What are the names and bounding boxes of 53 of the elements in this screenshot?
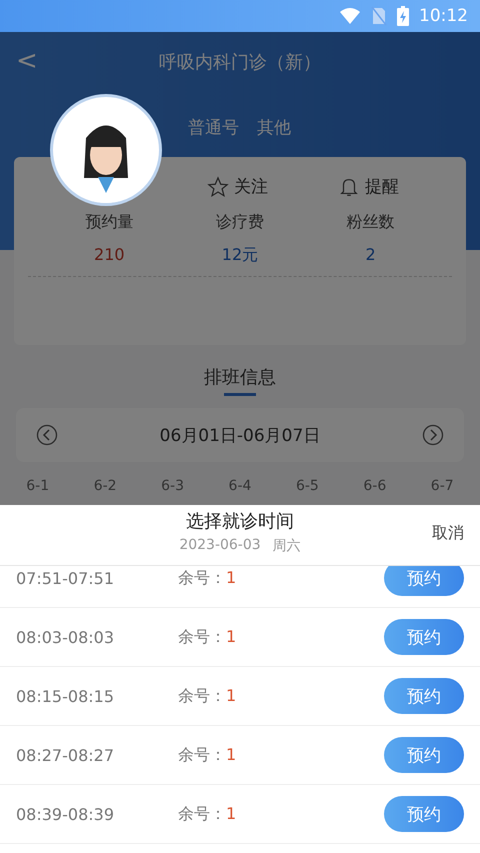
day-tab[interactable]: 6-2	[94, 478, 117, 494]
remaining-count: 1	[226, 804, 236, 822]
status-time: 10:12	[419, 6, 468, 26]
week-range: 06月01日-06月07日	[160, 424, 320, 446]
stat-label: 预约量	[85, 212, 134, 233]
remind-button[interactable]: 提醒	[338, 175, 399, 198]
stat-value: 2	[366, 245, 376, 264]
day-tab[interactable]: 6-3	[161, 478, 184, 494]
remaining-count: 1	[226, 626, 236, 646]
time-slot: 08:03-08:03	[16, 628, 178, 646]
remaining-count: 1	[226, 568, 236, 586]
remaining-label: 余号：	[178, 568, 226, 586]
section-title: 排班信息	[204, 366, 276, 389]
day-tab[interactable]: 6-6	[363, 478, 386, 494]
stat-value: 210	[94, 245, 125, 264]
book-button[interactable]: 预约	[384, 566, 464, 596]
day-tab[interactable]: 6-7	[430, 478, 454, 494]
day-tab[interactable]: 6-4	[228, 478, 252, 494]
remaining-label: 余号：	[178, 626, 226, 646]
remaining-label: 余号：	[178, 744, 226, 764]
day-tab[interactable]: 6-5	[296, 478, 319, 494]
book-button[interactable]: 预约	[384, 619, 464, 655]
cancel-button[interactable]: 取消	[432, 523, 464, 544]
sheet-date: 2023-06-03	[179, 537, 261, 555]
back-button[interactable]: <	[10, 46, 44, 76]
remaining-label: 余号：	[178, 804, 226, 822]
sheet-weekday: 周六	[272, 537, 301, 555]
star-icon	[207, 176, 229, 198]
page-title: 呼吸内科门诊（新）	[159, 51, 321, 74]
battery-charging-icon	[397, 6, 409, 26]
book-button[interactable]: 预约	[384, 737, 464, 773]
stat-label: 粉丝数	[346, 212, 395, 233]
remaining-count: 1	[226, 686, 236, 704]
stat-label: 诊疗费	[216, 212, 264, 233]
doctor-tag: 其他	[257, 116, 291, 139]
time-slot: 08:15-08:15	[16, 686, 178, 706]
time-slot: 08:27-08:27	[16, 746, 178, 764]
sheet-title: 选择就诊时间	[186, 510, 294, 533]
remaining-label: 余号：	[178, 686, 226, 704]
follow-button[interactable]: 关注	[207, 175, 268, 198]
previous-icon[interactable]	[36, 424, 58, 446]
remaining-count: 1	[226, 744, 236, 764]
wifi-icon	[339, 7, 361, 25]
time-slot: 08:39-08:39	[16, 804, 178, 824]
time-slot: 07:51-07:51	[16, 568, 178, 588]
day-tab[interactable]: 6-1	[26, 478, 50, 494]
title-underline	[224, 393, 256, 396]
no-sim-icon	[371, 6, 387, 26]
book-button[interactable]: 预约	[384, 796, 464, 832]
stat-value: 12元	[222, 245, 258, 266]
doctor-tag: 普通号	[188, 116, 239, 139]
book-button[interactable]: 预约	[384, 678, 464, 714]
next-icon[interactable]	[422, 424, 444, 446]
